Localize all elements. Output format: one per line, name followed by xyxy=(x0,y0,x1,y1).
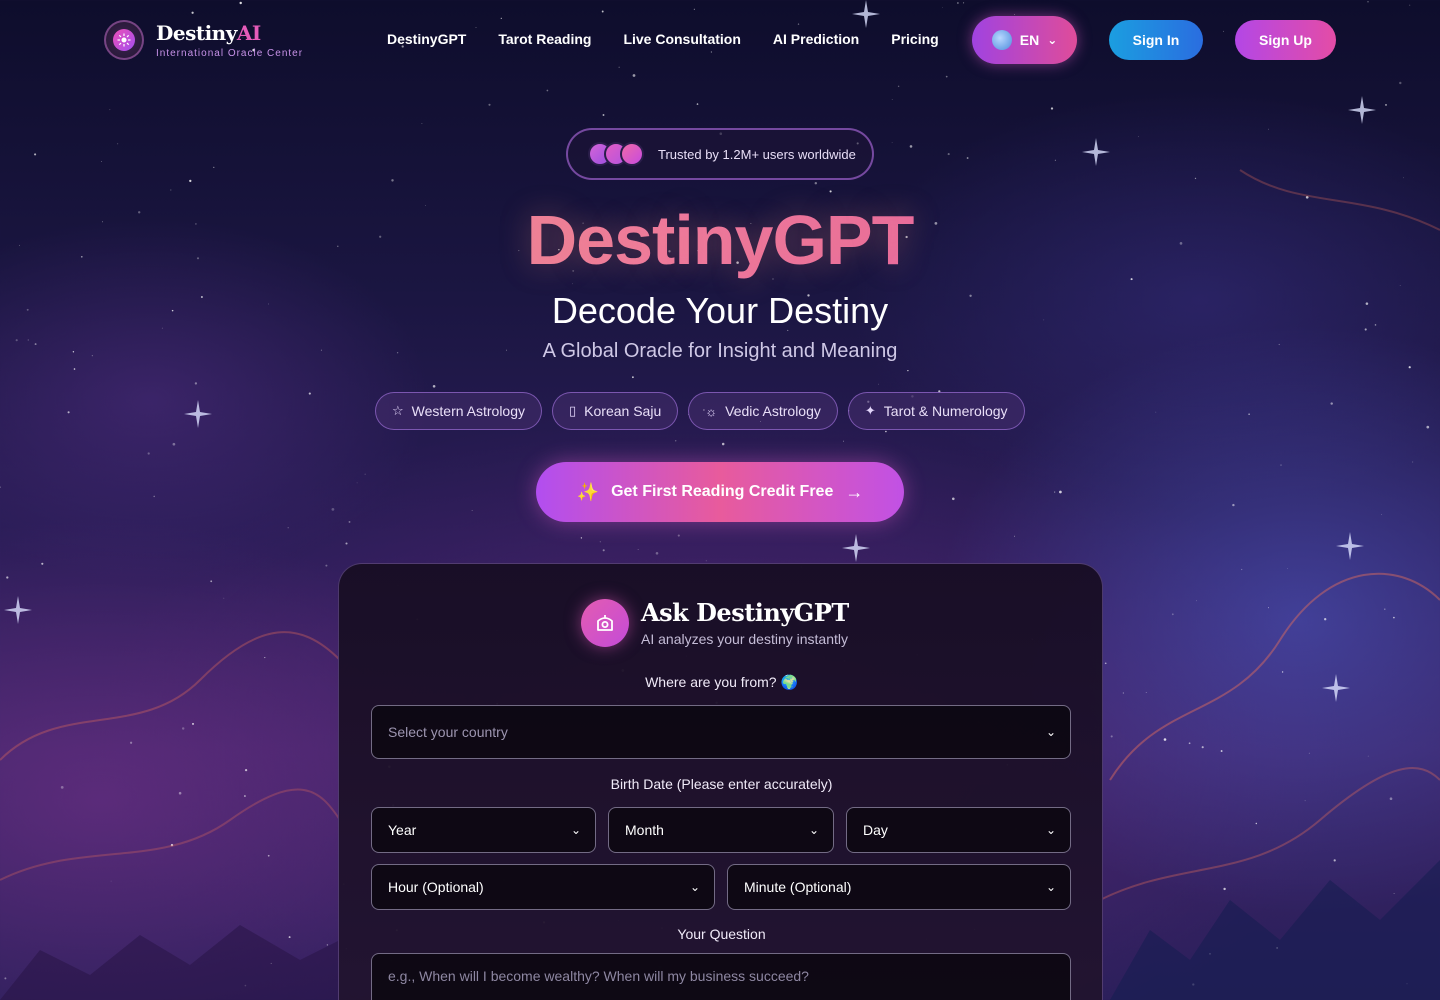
chip-korean-saju[interactable]: ▯ Korean Saju xyxy=(552,392,679,430)
chevron-down-icon: ⌄ xyxy=(1045,823,1056,837)
chevron-down-icon: ⌄ xyxy=(808,823,819,837)
day-select[interactable]: Day ⌄ xyxy=(846,807,1071,853)
nav-ai-prediction[interactable]: AI Prediction xyxy=(773,31,859,47)
question-textarea[interactable]: e.g., When will I become wealthy? When w… xyxy=(371,953,1071,1000)
chevron-down-icon: ⌄ xyxy=(1047,33,1058,47)
month-select[interactable]: Month ⌄ xyxy=(608,807,834,853)
question-placeholder: e.g., When will I become wealthy? When w… xyxy=(388,968,809,984)
trusted-badge: Trusted by 1.2M+ users worldwide xyxy=(566,128,874,180)
day-value: Day xyxy=(863,822,888,838)
arrow-right-icon: → xyxy=(845,481,864,502)
chip-tarot-numerology[interactable]: ✦ Tarot & Numerology xyxy=(847,392,1025,430)
hero-tagline: A Global Oracle for Insight and Meaning xyxy=(542,340,898,362)
country-placeholder: Select your country xyxy=(388,724,508,740)
logo-badge xyxy=(104,20,144,60)
minute-value: Minute (Optional) xyxy=(744,879,852,895)
star-icon: ☆ xyxy=(392,403,404,418)
sun-icon: ☼ xyxy=(705,403,718,419)
minute-select[interactable]: Minute (Optional) ⌄ xyxy=(727,864,1071,910)
card-header: Ask DestinyGPT AI analyzes your destiny … xyxy=(581,598,849,647)
chip-vedic-astrology[interactable]: ☼ Vedic Astrology xyxy=(688,392,838,430)
hero-title: DestinyGPT xyxy=(0,200,1440,280)
country-select[interactable]: Select your country ⌄ xyxy=(371,705,1071,759)
site-header: DestinyAI International Oracle Center De… xyxy=(0,0,1440,80)
chip-western-astrology[interactable]: ☆ Western Astrology xyxy=(375,392,543,430)
chevron-down-icon: ⌄ xyxy=(1045,725,1056,739)
chip-label: Korean Saju xyxy=(584,403,662,419)
sign-up-button[interactable]: Sign Up xyxy=(1235,20,1336,60)
chevron-down-icon: ⌄ xyxy=(1045,880,1056,894)
reading-type-chips: ☆ Western Astrology ▯ Korean Saju ☼ Vedi… xyxy=(375,392,1025,430)
chevron-down-icon: ⌄ xyxy=(689,880,700,894)
hour-value: Hour (Optional) xyxy=(388,879,484,895)
sparkle-icon: ✨ xyxy=(576,481,600,502)
nav-pricing[interactable]: Pricing xyxy=(891,31,938,47)
sun-logo-icon xyxy=(117,33,131,47)
language-label: EN xyxy=(1019,32,1040,48)
oracle-icon xyxy=(581,598,629,647)
trusted-text: Trusted by 1.2M+ users worldwide xyxy=(658,146,856,162)
avatar xyxy=(620,142,644,166)
get-free-reading-button[interactable]: ✨ Get First Reading Credit Free → xyxy=(536,462,904,522)
chip-label: Tarot & Numerology xyxy=(883,403,1008,419)
language-selector[interactable]: EN ⌄ xyxy=(972,16,1077,64)
card-subtitle: AI analyzes your destiny instantly xyxy=(641,631,848,647)
user-avatars xyxy=(588,142,644,166)
hour-select[interactable]: Hour (Optional) ⌄ xyxy=(371,864,715,910)
chip-label: Western Astrology xyxy=(411,403,526,419)
question-label: Your Question xyxy=(677,926,766,942)
nav-tarot-reading[interactable]: Tarot Reading xyxy=(498,31,591,47)
logo[interactable]: DestinyAI International Oracle Center xyxy=(104,20,303,60)
nav-destinygpt[interactable]: DestinyGPT xyxy=(387,31,466,47)
main-nav: DestinyGPT Tarot Reading Live Consultati… xyxy=(387,31,939,47)
nav-live-consultation[interactable]: Live Consultation xyxy=(623,31,740,47)
book-icon: ▯ xyxy=(569,403,577,418)
cta-label: Get First Reading Credit Free xyxy=(611,483,834,500)
chip-label: Vedic Astrology xyxy=(725,403,821,419)
brand-subtitle: International Oracle Center xyxy=(156,47,304,59)
brand-name: DestinyAI xyxy=(156,20,261,45)
year-select[interactable]: Year ⌄ xyxy=(371,807,596,853)
globe-icon xyxy=(991,30,1012,50)
card-title: Ask DestinyGPT xyxy=(641,598,849,627)
chevron-down-icon: ⌄ xyxy=(570,823,581,837)
sign-in-button[interactable]: Sign In xyxy=(1109,20,1203,60)
hero-subtitle: Decode Your Destiny xyxy=(551,290,889,331)
birth-date-label: Birth Date (Please enter accurately) xyxy=(610,776,833,792)
month-value: Month xyxy=(625,822,664,838)
year-value: Year xyxy=(388,822,417,838)
country-label: Where are you from? 🌍 xyxy=(645,674,798,690)
ask-destinygpt-card: Ask DestinyGPT AI analyzes your destiny … xyxy=(338,563,1103,1000)
sparkle-icon: ✦ xyxy=(864,403,876,418)
